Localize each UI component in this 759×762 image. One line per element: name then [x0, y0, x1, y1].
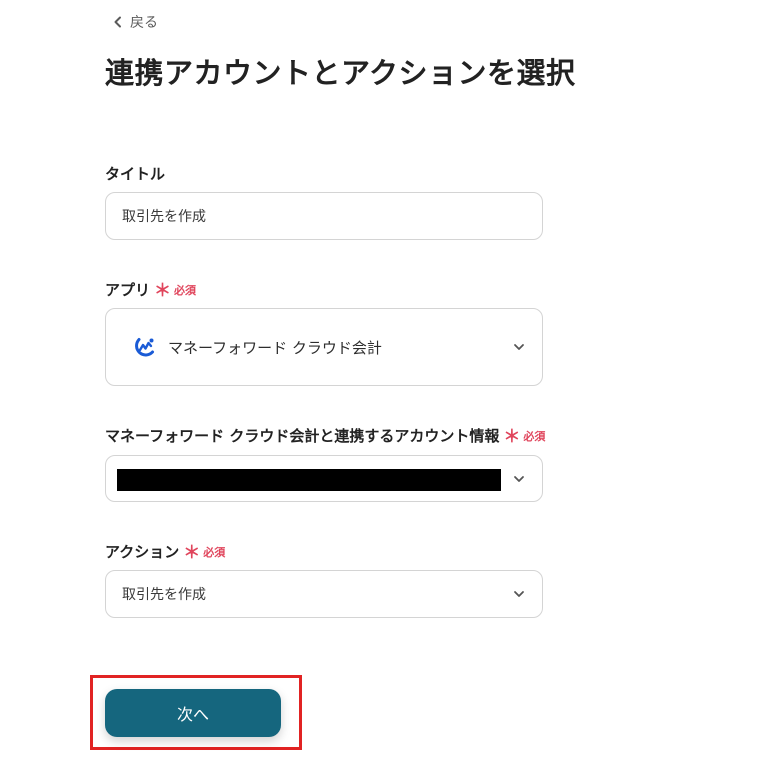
action-field-label: アクション ＊ 必須 [105, 541, 225, 562]
required-star-icon: ＊ [183, 543, 201, 563]
required-badge: 必須 [203, 545, 226, 559]
required-star-icon: ＊ [154, 281, 172, 301]
account-label-text: マネーフォワード クラウド会計と連携するアカウント情報 [105, 427, 500, 445]
app-field-label: アプリ ＊ 必須 [105, 279, 196, 300]
moneyforward-logo-icon [135, 338, 154, 357]
title-label-text: タイトル [105, 165, 166, 183]
action-label-text: アクション [105, 543, 180, 561]
back-link[interactable]: 戻る [112, 12, 158, 32]
chevron-down-icon [514, 344, 524, 350]
app-label-text: アプリ [105, 281, 151, 299]
required-badge: 必須 [174, 283, 197, 297]
title-input-value: 取引先を作成 [122, 209, 206, 225]
action-select[interactable]: 取引先を作成 [105, 570, 543, 618]
page-title: 連携アカウントとアクションを選択 [105, 56, 576, 90]
title-field-label: タイトル [105, 163, 165, 184]
app-select-value: マネーフォワード クラウド会計 [168, 338, 382, 357]
redacted-account-value [117, 469, 501, 491]
required-badge: 必須 [523, 429, 546, 443]
title-input[interactable]: 取引先を作成 [105, 192, 543, 240]
chevron-down-icon [514, 475, 524, 482]
required-star-icon: ＊ [503, 427, 521, 447]
app-select[interactable]: マネーフォワード クラウド会計 [105, 308, 543, 386]
action-select-value: 取引先を作成 [122, 587, 206, 603]
back-link-label: 戻る [130, 15, 158, 31]
account-select[interactable] [105, 455, 543, 502]
account-field-label: マネーフォワード クラウド会計と連携するアカウント情報 ＊ 必須 [105, 425, 545, 446]
chevron-left-icon [114, 16, 121, 28]
next-button[interactable]: 次へ [105, 689, 281, 737]
chevron-down-icon [514, 591, 524, 597]
